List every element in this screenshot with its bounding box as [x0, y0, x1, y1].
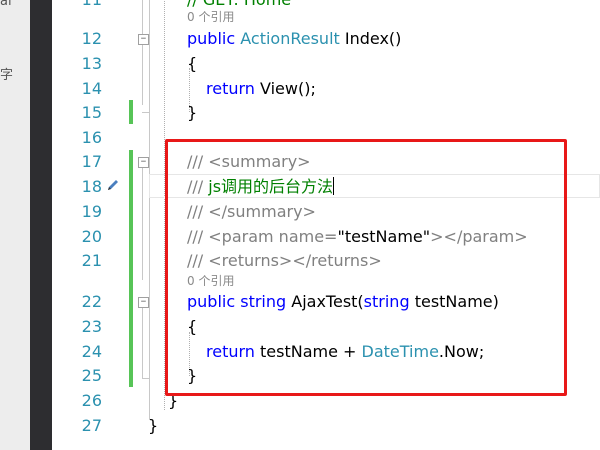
- line-number: 23: [81, 317, 102, 336]
- code-text: }: [187, 103, 198, 122]
- line-number: 11: [52, 0, 102, 12]
- line-number: 19: [81, 202, 102, 221]
- keyword: public: [187, 29, 236, 48]
- line-number: 25: [81, 366, 102, 385]
- left-panel-text: 字: [0, 68, 14, 83]
- code-text: public ActionResult Index(): [187, 26, 401, 51]
- line-number: 12: [81, 29, 102, 48]
- type-name: ActionResult: [240, 29, 340, 48]
- left-side-panel: al 字: [0, 0, 30, 450]
- code-editor[interactable]: − − − 11 // GET: Home 0 个引用 12 public Ac…: [52, 0, 600, 450]
- line-number: 21: [81, 251, 102, 270]
- code-line: 11 // GET: Home: [52, 0, 600, 12]
- line-number: 15: [81, 103, 102, 122]
- left-panel-text: al: [0, 0, 12, 9]
- code-line: 14 return View();: [52, 76, 600, 101]
- line-number: 20: [81, 227, 102, 246]
- code-line: 12 public ActionResult Index(): [52, 26, 600, 51]
- line-number: 14: [81, 79, 102, 98]
- code-text-part: View();: [254, 79, 316, 98]
- line-number: 17: [81, 152, 102, 171]
- code-line: 27 }: [52, 413, 600, 438]
- line-number: 18: [81, 177, 102, 196]
- code-text: {: [187, 54, 198, 73]
- line-number: 22: [81, 292, 102, 311]
- code-line: 13 {: [52, 51, 600, 76]
- line-number: 16: [81, 128, 102, 147]
- code-text: }: [148, 416, 159, 435]
- line-number: 27: [81, 416, 102, 435]
- code-line: 15 }: [52, 100, 600, 125]
- line-number: 13: [81, 54, 102, 73]
- highlight-annotation-box: [165, 139, 567, 396]
- code-text: return View();: [206, 76, 316, 101]
- code-text-part: Index(): [339, 29, 402, 48]
- line-number: 24: [81, 342, 102, 361]
- reference-count-link[interactable]: 0 个引用: [187, 10, 234, 24]
- keyword: return: [206, 79, 255, 98]
- vertical-tab-strip: [30, 0, 52, 450]
- line-number: 26: [81, 391, 102, 410]
